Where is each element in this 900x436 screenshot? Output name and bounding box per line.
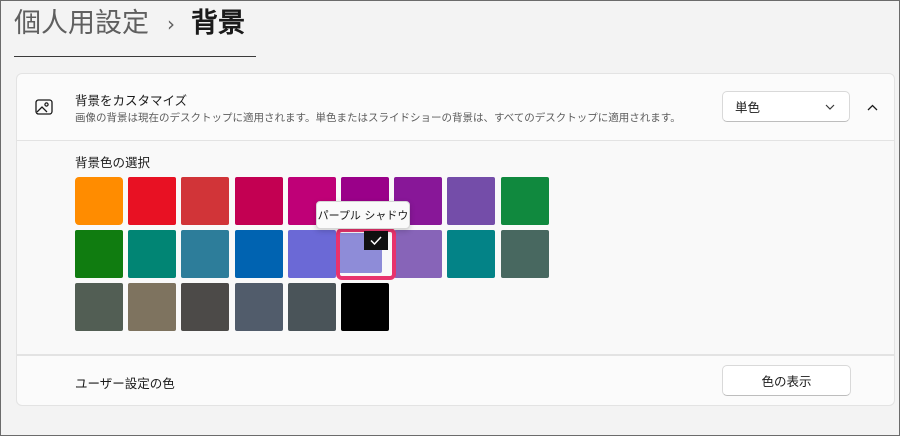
color-swatch[interactable] — [181, 177, 229, 225]
color-swatch[interactable] — [288, 283, 336, 331]
collapse-button[interactable] — [858, 93, 886, 121]
color-swatch[interactable] — [75, 230, 123, 278]
dropdown-value: 単色 — [735, 100, 761, 115]
color-swatch[interactable] — [341, 283, 389, 331]
picture-icon — [35, 99, 53, 115]
chevron-up-icon — [867, 104, 877, 110]
show-colors-button[interactable]: 色の表示 — [722, 365, 851, 396]
color-swatch[interactable] — [235, 177, 283, 225]
color-swatch[interactable] — [501, 230, 549, 278]
check-icon — [370, 236, 382, 245]
color-section-label: 背景色の選択 — [75, 155, 151, 170]
color-swatch[interactable] — [288, 230, 336, 278]
color-swatch[interactable] — [447, 177, 495, 225]
color-swatch[interactable] — [128, 283, 176, 331]
custom-color-label: ユーザー設定の色 — [75, 376, 175, 391]
color-swatch[interactable] — [235, 230, 283, 278]
setting-description: 画像の背景は現在のデスクトップに適用されます。単色またはスライドショーの背景は、… — [75, 112, 681, 124]
breadcrumb: 個人用設定 › 背景 — [14, 6, 245, 42]
color-swatch[interactable] — [235, 283, 283, 331]
color-swatch[interactable] — [75, 177, 123, 225]
color-swatch[interactable] — [128, 177, 176, 225]
title-underline — [14, 56, 256, 57]
breadcrumb-parent[interactable]: 個人用設定 — [14, 6, 149, 42]
color-swatch[interactable] — [501, 177, 549, 225]
color-swatch[interactable] — [128, 230, 176, 278]
background-type-dropdown[interactable]: 単色 — [722, 91, 850, 122]
page-title: 背景 — [191, 8, 245, 39]
color-swatch[interactable] — [75, 283, 123, 331]
selected-check-badge — [364, 231, 388, 250]
color-swatch[interactable] — [447, 230, 495, 278]
chevron-down-icon — [825, 104, 835, 110]
color-tooltip: パープル シャドウ — [316, 201, 410, 229]
setting-title: 背景をカスタマイズ — [75, 93, 188, 108]
color-swatch[interactable] — [181, 230, 229, 278]
color-swatch[interactable] — [181, 283, 229, 331]
color-swatch[interactable] — [394, 230, 442, 278]
breadcrumb-separator-icon: › — [167, 12, 175, 36]
